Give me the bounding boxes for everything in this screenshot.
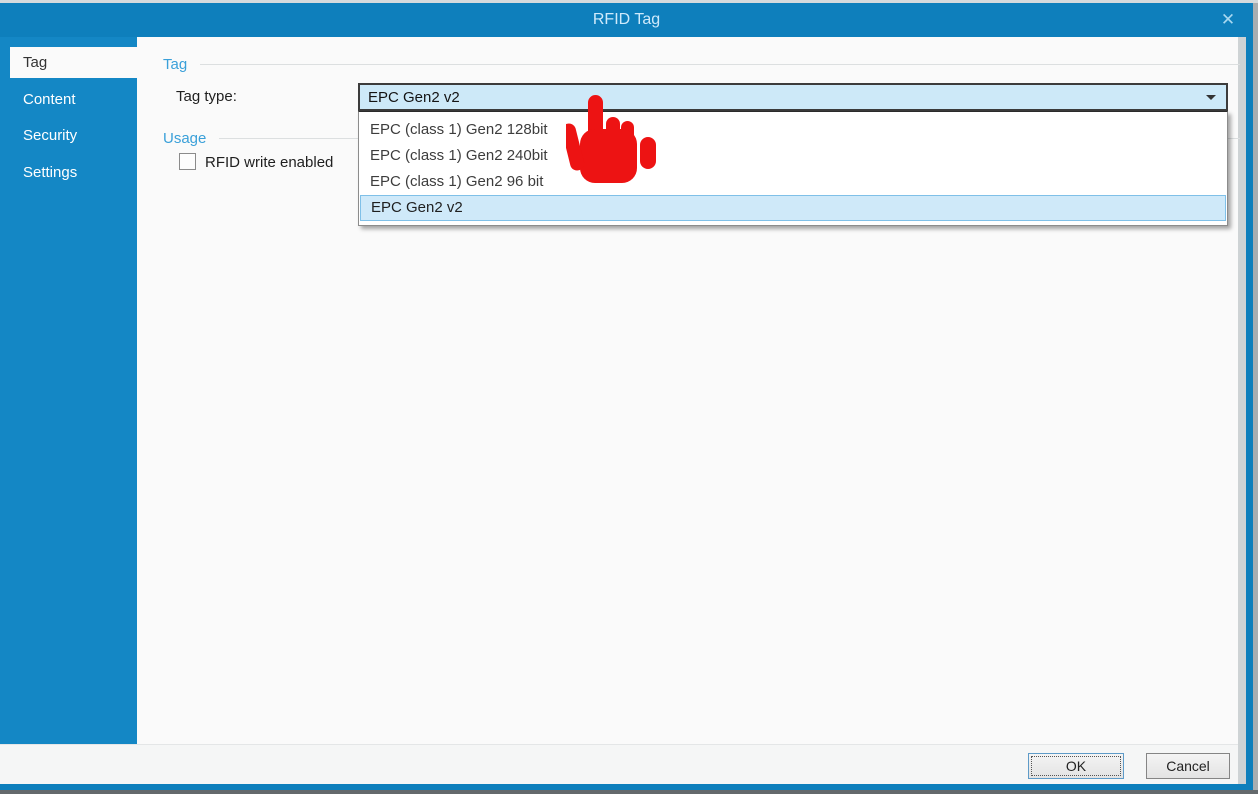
dropdown-option-epc-gen2-v2[interactable]: EPC Gen2 v2 [360,195,1226,221]
titlebar: RFID Tag ✕ [0,3,1253,37]
window-right-inner-edge [1238,37,1246,784]
tag-group-header: Tag [163,56,1240,73]
sidebar-item-tag[interactable]: Tag [10,47,137,78]
sidebar-item-content[interactable]: Content [10,84,137,115]
sidebar-item-settings[interactable]: Settings [10,157,137,188]
rfid-write-enabled-checkbox[interactable] [179,153,196,170]
tag-type-dropdown-list: EPC (class 1) Gen2 128bit EPC (class 1) … [358,111,1228,226]
cancel-button[interactable]: Cancel [1146,753,1230,779]
sidebar-item-security[interactable]: Security [10,120,137,151]
tag-type-combobox[interactable]: EPC Gen2 v2 [358,83,1228,111]
dropdown-option-epc-class1-gen2-128bit[interactable]: EPC (class 1) Gen2 128bit [360,117,1226,143]
usage-group-title: Usage [163,130,207,147]
tag-group-divider [200,64,1240,65]
window-right-border [1246,37,1253,784]
dropdown-option-epc-class1-gen2-240bit[interactable]: EPC (class 1) Gen2 240bit [360,143,1226,169]
dropdown-option-epc-class1-gen2-96bit[interactable]: EPC (class 1) Gen2 96 bit [360,169,1226,195]
tag-type-label: Tag type: [176,88,237,105]
tag-group-title: Tag [163,56,188,73]
rfid-write-enabled-label[interactable]: RFID write enabled [205,154,333,171]
close-icon[interactable]: ✕ [1215,8,1241,32]
tag-type-selected-value: EPC Gen2 v2 [368,88,460,106]
ok-button[interactable]: OK [1028,753,1124,779]
window-bottom-edge [0,790,1258,794]
sidebar: Tag Content Security Settings [0,37,137,744]
chevron-down-icon [1206,94,1216,100]
window-title: RFID Tag [592,11,661,28]
